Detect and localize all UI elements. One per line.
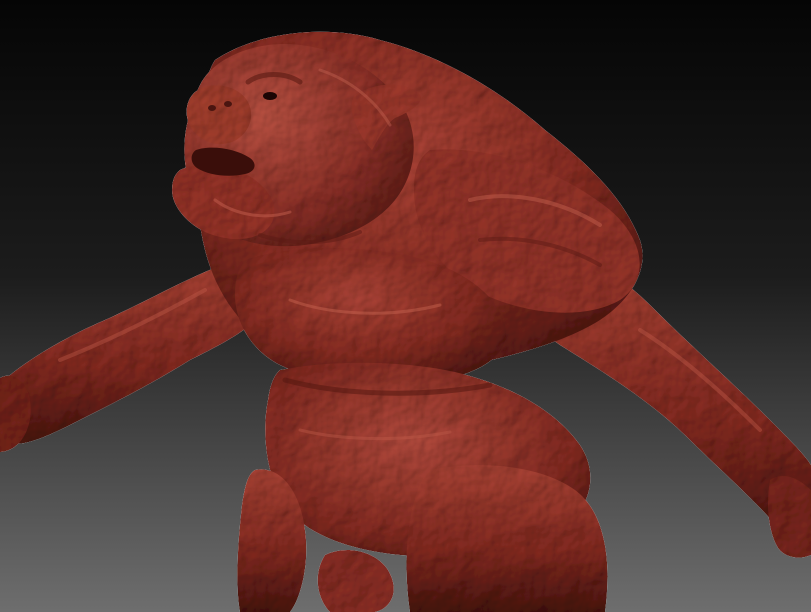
eye xyxy=(263,92,277,100)
nostril-right xyxy=(224,101,232,107)
render-viewport xyxy=(0,0,811,612)
render-canvas xyxy=(0,0,811,612)
nostril-left xyxy=(208,105,216,111)
